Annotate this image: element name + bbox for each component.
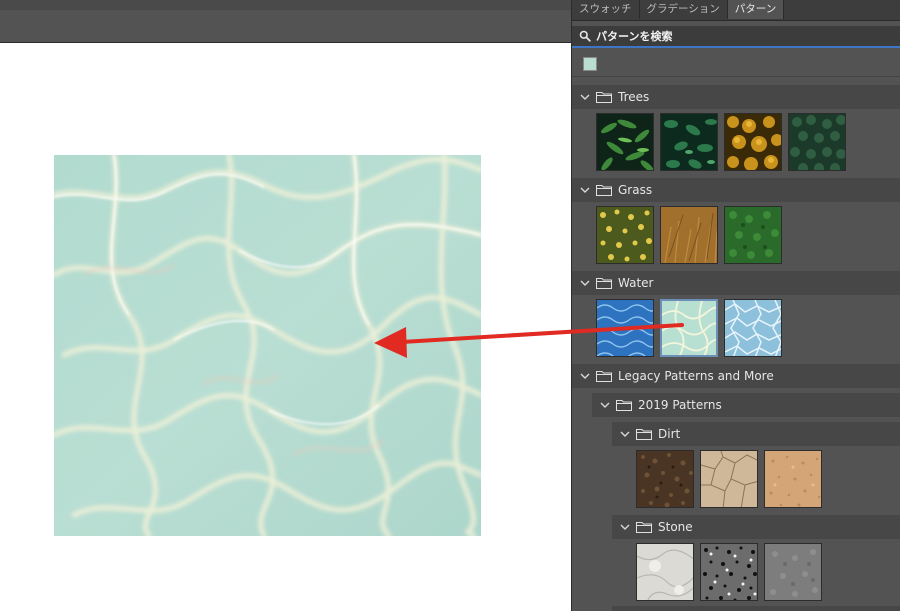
- pattern-thumb-dry-grass-flowers[interactable]: [596, 206, 654, 264]
- chevron-down-icon[interactable]: [580, 185, 590, 195]
- panel-tabs: スウォッチ グラデーション パターン: [572, 0, 900, 21]
- folder-icon: [636, 522, 652, 533]
- pattern-thumb-grey-stone[interactable]: [764, 543, 822, 601]
- folder-icon: [616, 400, 632, 411]
- pattern-thumb-dark-soil[interactable]: [636, 450, 694, 508]
- tab-patterns[interactable]: パターン: [727, 0, 785, 19]
- group-header-water[interactable]: Water: [572, 271, 900, 295]
- group-label-grass: Grass: [618, 183, 653, 197]
- pattern-thumb-marble[interactable]: [636, 543, 694, 601]
- next-group-header-partial: [612, 606, 900, 611]
- group-header-grass[interactable]: Grass: [572, 178, 900, 202]
- search-input[interactable]: [596, 28, 886, 44]
- pattern-search: [572, 26, 900, 48]
- pattern-thumb-green-grass[interactable]: [724, 206, 782, 264]
- pattern-thumb-granite-speckle[interactable]: [700, 543, 758, 601]
- folder-icon: [596, 92, 612, 103]
- chevron-down-icon[interactable]: [580, 92, 590, 102]
- group-label-dirt: Dirt: [658, 427, 681, 441]
- pattern-thumb-brown-grass[interactable]: [660, 206, 718, 264]
- folder-icon: [596, 278, 612, 289]
- pattern-thumb-blue-pool-water[interactable]: [596, 299, 654, 357]
- pattern-thumb-pine-forest[interactable]: [788, 113, 846, 171]
- options-bar: [0, 10, 571, 43]
- pattern-thumb-light-water-caustics[interactable]: [724, 299, 782, 357]
- group-label-trees: Trees: [618, 90, 650, 104]
- chevron-down-icon[interactable]: [580, 278, 590, 288]
- pattern-thumb-autumn-canopy[interactable]: [724, 113, 782, 171]
- folder-icon: [596, 185, 612, 196]
- tab-swatches[interactable]: スウォッチ: [572, 0, 640, 19]
- group-label-2019-patterns: 2019 Patterns: [638, 398, 722, 412]
- app-title-strip: [0, 0, 571, 10]
- group-label-water: Water: [618, 276, 654, 290]
- recent-patterns-row: [572, 52, 900, 77]
- group-header-2019-patterns[interactable]: 2019 Patterns: [592, 393, 900, 417]
- pattern-thumb-fern-dark[interactable]: [596, 113, 654, 171]
- group-header-stone[interactable]: Stone: [612, 515, 900, 539]
- tab-gradients[interactable]: グラデーション: [640, 0, 728, 19]
- patterns-panel: スウォッチ グラデーション パターン Trees Grass: [571, 0, 900, 611]
- water-pattern-preview[interactable]: [54, 155, 481, 536]
- search-icon: [579, 30, 591, 42]
- folder-icon: [636, 429, 652, 440]
- group-header-trees[interactable]: Trees: [572, 85, 900, 109]
- chevron-down-icon[interactable]: [600, 400, 610, 410]
- pattern-thumb-leaves-dark[interactable]: [660, 113, 718, 171]
- chevron-down-icon[interactable]: [620, 429, 630, 439]
- group-label-stone: Stone: [658, 520, 693, 534]
- pattern-thumb-sand[interactable]: [764, 450, 822, 508]
- group-header-legacy[interactable]: Legacy Patterns and More: [572, 364, 900, 388]
- group-header-dirt[interactable]: Dirt: [612, 422, 900, 446]
- folder-icon: [596, 371, 612, 382]
- recent-pattern-thumbnail[interactable]: [583, 57, 597, 71]
- chevron-down-icon[interactable]: [620, 522, 630, 532]
- chevron-down-icon[interactable]: [580, 371, 590, 381]
- group-label-legacy: Legacy Patterns and More: [618, 369, 774, 383]
- pattern-thumb-shallow-water[interactable]: [660, 299, 718, 357]
- pattern-thumb-cracked-earth[interactable]: [700, 450, 758, 508]
- water-pattern-image: [54, 155, 481, 536]
